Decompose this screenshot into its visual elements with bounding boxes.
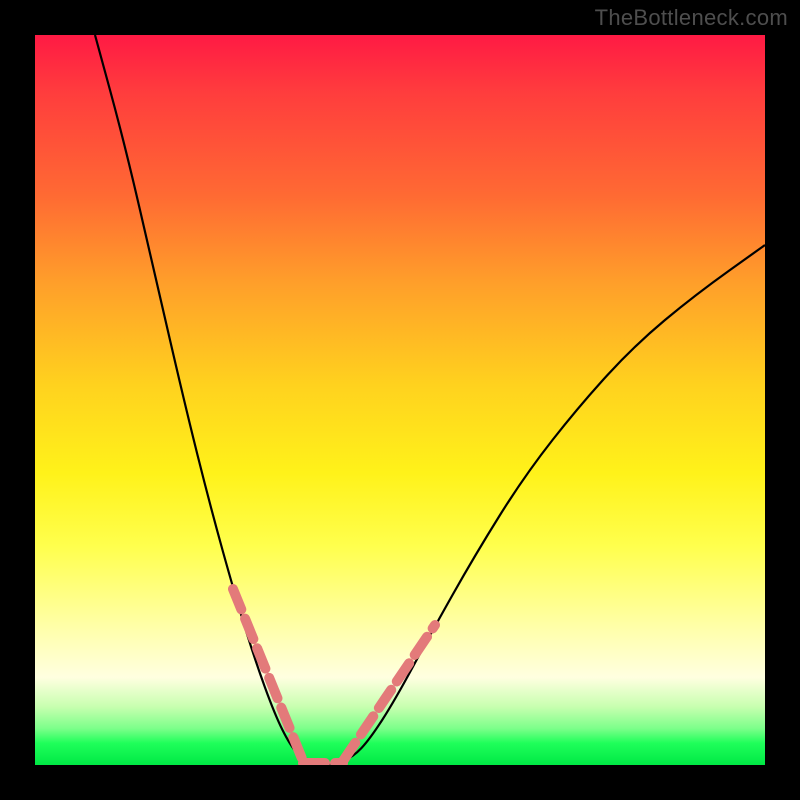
plot-area [35, 35, 765, 765]
v-curve-path [95, 35, 765, 764]
watermark-text: TheBottleneck.com [595, 5, 788, 31]
dash-right-path [343, 625, 435, 761]
chart-frame: TheBottleneck.com [0, 0, 800, 800]
curve-layer [35, 35, 765, 765]
dash-left-path [233, 589, 303, 761]
